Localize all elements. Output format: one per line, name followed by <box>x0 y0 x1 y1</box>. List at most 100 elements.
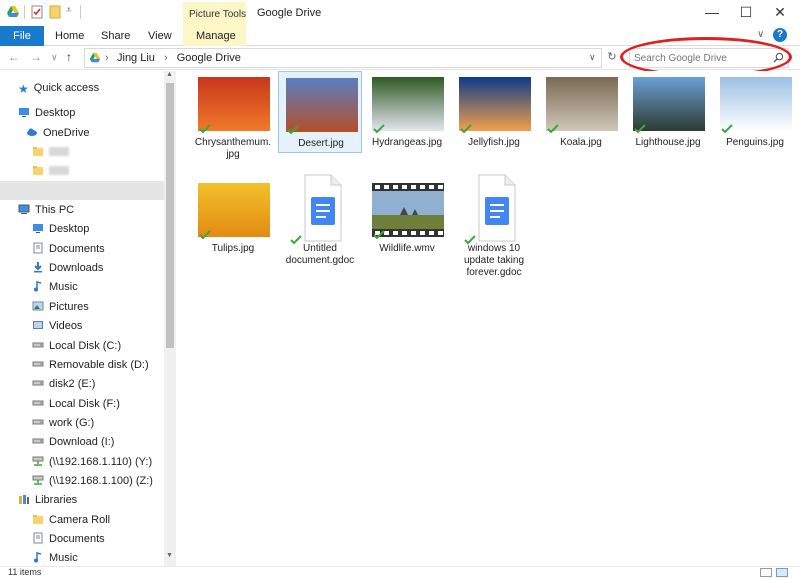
file-name-line: Jellyfish.jpg <box>468 137 520 148</box>
file-item-chrysanthemum-jpg[interactable]: Chrysanthemum. jpg <box>191 71 275 171</box>
sidebar-item-label: Local Disk (C:) <box>49 340 122 352</box>
file-name-line: windows 10 <box>467 243 521 254</box>
image-thumbnail <box>372 77 444 131</box>
sidebar-item-music[interactable]: Music <box>32 549 78 566</box>
file-item-tulips-jpg[interactable]: Tulips.jpg <box>191 177 275 277</box>
sidebar-item-libraries[interactable]: Libraries <box>18 491 77 510</box>
file-item-wildlife-wmv[interactable]: Wildlife.wmv <box>365 177 449 277</box>
file-name-line: Lighthouse.jpg <box>635 137 701 148</box>
file-name: Hydrangeas.jpg <box>365 137 449 149</box>
sidebar-item-music[interactable]: Music <box>32 278 78 297</box>
address-dropdown-icon[interactable]: ∨ <box>589 52 596 63</box>
address-bar[interactable]: › Jing Liu › Google Drive ∨ <box>84 48 602 68</box>
large-icons-view-button[interactable] <box>776 568 788 577</box>
sidebar-item-disk2-e[interactable]: disk2 (E:) <box>32 375 95 394</box>
drive-icon <box>32 419 44 425</box>
sidebar-item-blurred-folder-3[interactable] <box>32 162 69 181</box>
sidebar-item-192-168-1-110-y[interactable]: (\\192.168.1.110) (Y:) <box>32 453 152 472</box>
file-name-line: Tulips.jpg <box>211 243 255 254</box>
desktop-icon <box>19 108 29 117</box>
file-name: Lighthouse.jpg <box>626 137 710 149</box>
file-item-koala-jpg[interactable]: Koala.jpg <box>539 71 623 171</box>
tab-file[interactable]: File <box>0 26 44 46</box>
sidebar-item-label: Desktop <box>35 107 76 119</box>
tab-manage[interactable]: Manage <box>187 27 245 45</box>
sidebar-item-camera-roll[interactable]: Camera Roll <box>32 511 110 530</box>
tab-share[interactable]: Share <box>92 27 139 45</box>
file-name-line: Hydrangeas.jpg <box>371 137 443 148</box>
sidebar-item-192-168-1-100-z[interactable]: (\\192.168.1.100) (Z:) <box>32 472 153 491</box>
details-view-button[interactable] <box>760 568 772 577</box>
sidebar-item-label: Documents <box>49 243 105 255</box>
sync-check-icon <box>460 124 472 134</box>
breadcrumb-separator: › <box>105 52 109 64</box>
sidebar-item-blurred-folder-2[interactable] <box>32 143 69 162</box>
sidebar-item-onedrive[interactable]: OneDrive <box>26 124 89 143</box>
file-item-windows-10-update-taking-forever-gdoc[interactable]: windows 10 update taking forever.gdoc <box>452 174 536 279</box>
sidebar-item-documents[interactable]: Documents <box>32 240 105 259</box>
scroll-down-icon[interactable]: ▼ <box>166 552 173 559</box>
up-button[interactable]: ↑ <box>66 50 72 64</box>
minimize-button[interactable]: — <box>694 0 730 24</box>
file-name-line: Untitled <box>303 243 337 254</box>
sidebar-item-label: disk2 (E:) <box>49 378 96 390</box>
refresh-button[interactable]: ↻ <box>604 50 620 66</box>
maximize-button[interactable]: ☐ <box>728 0 764 24</box>
file-name-line: Koala.jpg <box>560 137 602 148</box>
sidebar-item-documents[interactable]: Documents <box>32 530 105 549</box>
file-item-hydrangeas-jpg[interactable]: Hydrangeas.jpg <box>365 71 449 171</box>
help-icon[interactable]: ? <box>773 28 787 42</box>
sidebar-item-label: Videos <box>49 320 83 332</box>
tab-view[interactable]: View <box>139 27 181 45</box>
file-item-penguins-jpg[interactable]: Penguins.jpg <box>713 71 797 171</box>
file-name: Jellyfish.jpg <box>452 137 536 149</box>
file-item-desert-jpg[interactable]: Desert.jpg <box>278 71 362 153</box>
divider <box>80 5 81 19</box>
tab-home[interactable]: Home <box>46 27 93 45</box>
file-name: windows 10 update taking forever.gdoc <box>452 243 536 279</box>
sidebar-item-desktop[interactable]: Desktop <box>32 220 89 239</box>
scroll-up-icon[interactable]: ▲ <box>166 71 173 78</box>
file-item-untitled-document-gdoc[interactable]: Untitled document.gdoc <box>278 174 362 277</box>
file-item-jellyfish-jpg[interactable]: Jellyfish.jpg <box>452 71 536 171</box>
cloud-icon <box>27 128 37 136</box>
sidebar-item-local-disk-c[interactable]: Local Disk (C:) <box>32 337 121 356</box>
title-bar: ⩡ Google Drive — ☐ ✕ <box>0 0 800 26</box>
file-name: Tulips.jpg <box>191 243 275 255</box>
file-name-line: Chrysanthemum. <box>194 137 272 148</box>
sidebar-item-label: Libraries <box>35 494 78 506</box>
status-bar: 11 items <box>0 566 800 578</box>
customize-quick-access-icon[interactable]: ⩡ <box>66 5 72 16</box>
sidebar-item-pictures[interactable]: Pictures <box>32 298 89 317</box>
close-button[interactable]: ✕ <box>762 0 798 24</box>
file-item-lighthouse-jpg[interactable]: Lighthouse.jpg <box>626 71 710 171</box>
sidebar-item-download-i[interactable]: Download (I:) <box>32 433 114 452</box>
sidebar-item-work-g[interactable]: work (G:) <box>32 414 94 433</box>
breadcrumb-google-drive[interactable]: Google Drive <box>177 52 241 64</box>
sidebar-item-desktop[interactable]: Desktop <box>18 104 75 123</box>
new-folder-icon[interactable] <box>48 5 62 19</box>
breadcrumb-jing-liu[interactable]: Jing Liu <box>117 52 155 64</box>
sidebar-item-videos[interactable]: Videos <box>32 317 82 336</box>
google-drive-icon <box>7 6 19 17</box>
documents-icon <box>33 242 43 254</box>
forward-button[interactable]: → <box>30 50 42 64</box>
back-button[interactable]: ← <box>8 50 20 64</box>
sidebar-item-removable-disk-d[interactable]: Removable disk (D:) <box>32 356 149 375</box>
recent-locations-button[interactable]: ∨ <box>51 52 58 63</box>
sidebar-item-local-disk-f[interactable]: Local Disk (F:) <box>32 395 120 414</box>
sidebar-item-label: Removable disk (D:) <box>49 359 149 371</box>
sync-check-icon <box>547 124 559 134</box>
sidebar-item-downloads[interactable]: Downloads <box>32 259 103 278</box>
properties-icon[interactable] <box>30 5 44 19</box>
folder-icon <box>33 515 43 524</box>
sync-check-icon <box>287 125 299 135</box>
item-count: 11 items <box>8 567 42 577</box>
sidebar-item-this-pc[interactable]: This PC <box>18 201 74 220</box>
file-name-line: forever.gdoc <box>466 267 522 278</box>
image-thumbnail <box>720 77 792 131</box>
divider <box>24 5 25 19</box>
sidebar-item-quick-access[interactable]: ★ Quick access <box>18 79 99 98</box>
expand-ribbon-icon[interactable]: ∨ <box>757 29 764 40</box>
nav-scrollbar-thumb[interactable] <box>166 83 174 348</box>
